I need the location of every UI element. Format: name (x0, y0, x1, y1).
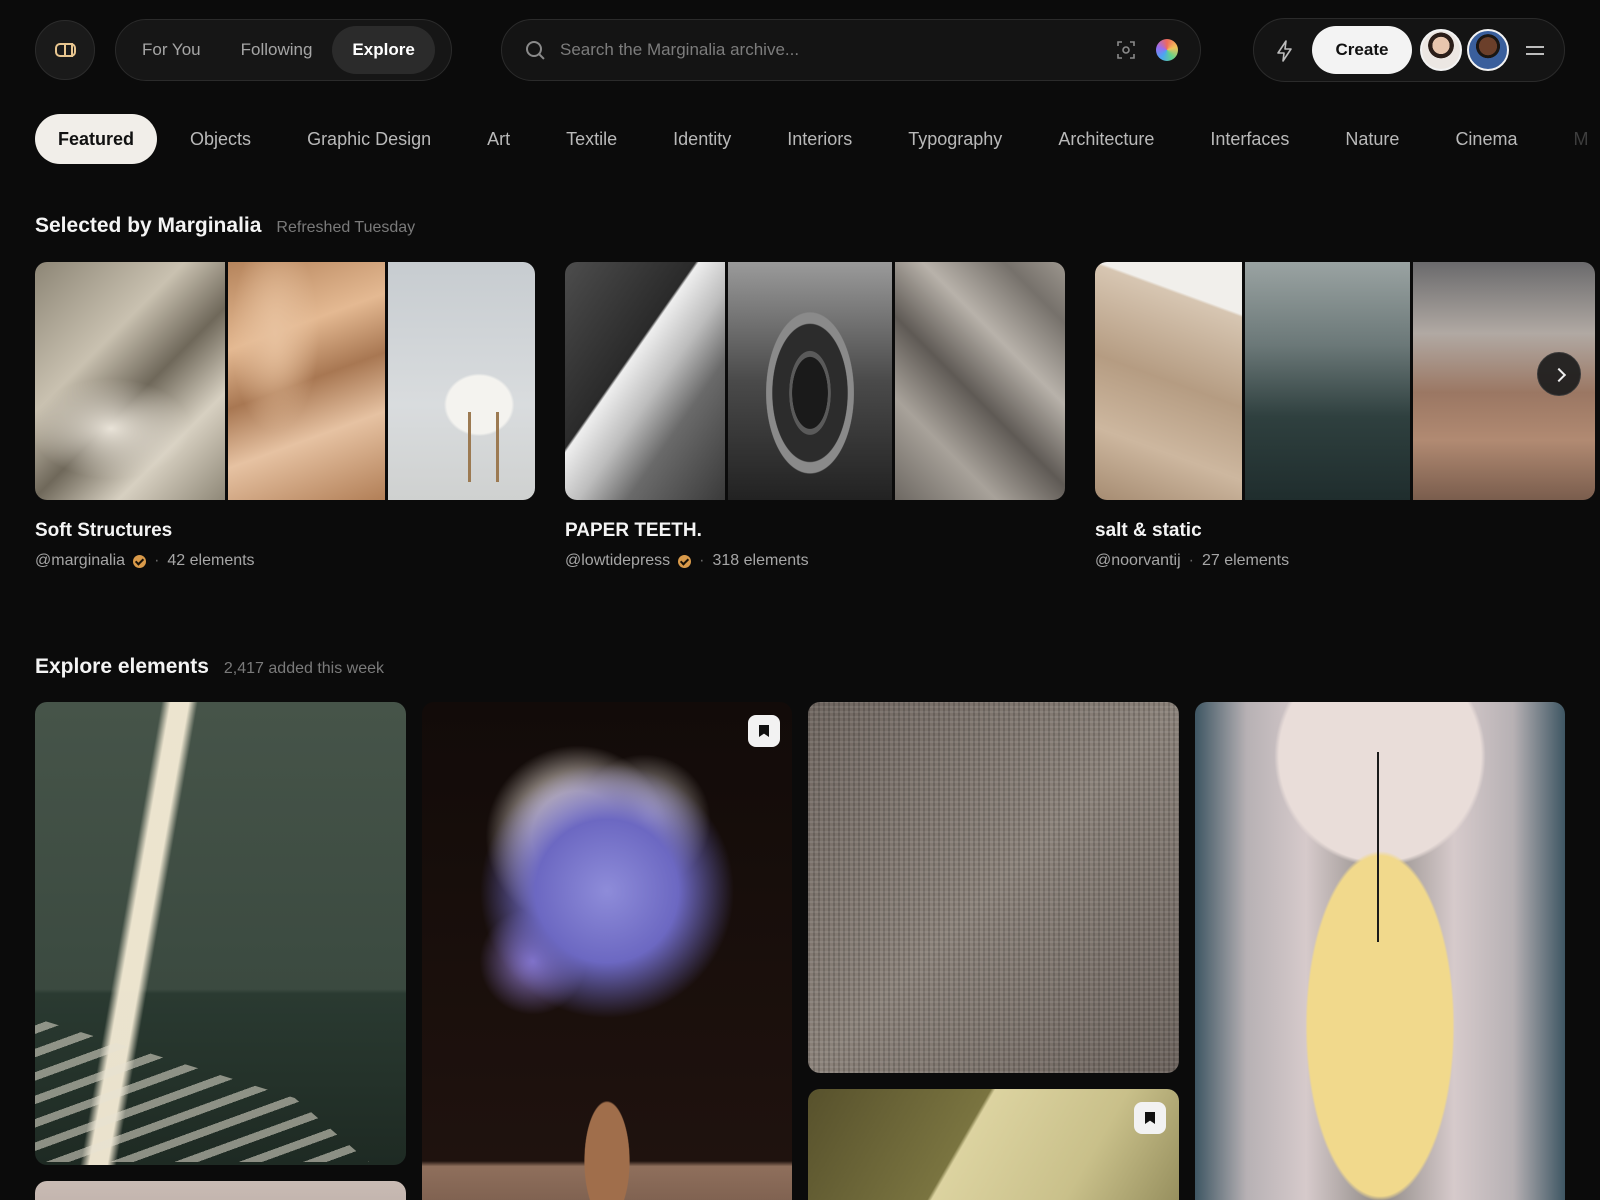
collage-image (565, 262, 725, 500)
top-bar: For You Following Explore Create (0, 0, 1600, 100)
collection-collage[interactable] (1095, 262, 1595, 500)
bookmark-icon (759, 725, 769, 737)
category-graphic-design[interactable]: Graphic Design (284, 114, 454, 164)
feed-switcher: For You Following Explore (115, 19, 452, 81)
bookmark-button[interactable] (748, 715, 780, 747)
section-title: Explore elements (35, 655, 209, 678)
tab-following[interactable]: Following (221, 26, 333, 74)
avatar[interactable] (1467, 29, 1509, 71)
collage-image (1245, 262, 1410, 500)
collection-card[interactable]: Soft Structures @marginalia · 42 element… (35, 262, 535, 570)
explore-header: Explore elements 2,417 added this week (35, 655, 384, 679)
collection-owner[interactable]: @lowtidepress (565, 552, 670, 570)
collection-count: 42 elements (167, 552, 255, 569)
collection-meta: @noorvantij · 27 elements (1095, 552, 1595, 570)
verified-icon (133, 554, 147, 568)
tab-for-you[interactable]: For You (122, 26, 221, 74)
element-card[interactable] (35, 702, 406, 1165)
app: For You Following Explore Create Feature… (0, 0, 1600, 1200)
collection-title[interactable]: salt & static (1095, 520, 1595, 542)
bookmark-button[interactable] (1134, 1102, 1166, 1134)
section-subtitle: 2,417 added this week (223, 660, 385, 677)
collection-owner[interactable]: @marginalia (35, 552, 125, 570)
selected-header: Selected by Marginalia Refreshed Tuesday (35, 214, 415, 238)
collection-title[interactable]: Soft Structures (35, 520, 535, 542)
create-button[interactable]: Create (1312, 26, 1412, 74)
avatar[interactable] (1420, 29, 1462, 71)
collection-card[interactable]: salt & static @noorvantij · 27 elements (1095, 262, 1595, 570)
collection-count: 318 elements (712, 552, 809, 569)
section-subtitle: Refreshed Tuesday (276, 219, 416, 236)
collage-image (35, 262, 225, 500)
category-nature[interactable]: Nature (1322, 114, 1422, 164)
category-textile[interactable]: Textile (543, 114, 640, 164)
collection-card[interactable]: PAPER TEETH. @lowtidepress · 318 element… (565, 262, 1065, 570)
category-interfaces[interactable]: Interfaces (1187, 114, 1312, 164)
menu-icon[interactable] (1526, 44, 1544, 56)
bolt-icon[interactable] (1274, 39, 1296, 63)
tab-explore[interactable]: Explore (332, 26, 435, 74)
element-card[interactable] (808, 1089, 1179, 1200)
collection-meta: @lowtidepress · 318 elements (565, 552, 1065, 570)
collage-image (895, 262, 1065, 500)
collage-image (728, 262, 892, 500)
logo-button[interactable] (35, 20, 95, 80)
separator: · (699, 552, 705, 569)
section-title: Selected by Marginalia (35, 214, 262, 237)
collection-owner[interactable]: @noorvantij (1095, 552, 1181, 570)
category-objects[interactable]: Objects (167, 114, 274, 164)
category-typography[interactable]: Typography (885, 114, 1025, 164)
category-more[interactable]: M (1550, 114, 1600, 164)
logo-icon (54, 43, 76, 57)
category-bar: Featured Objects Graphic Design Art Text… (35, 114, 1600, 164)
element-card[interactable] (35, 1181, 406, 1200)
collection-meta: @marginalia · 42 elements (35, 552, 535, 570)
collage-image (228, 262, 385, 500)
search-input[interactable] (560, 40, 1106, 60)
element-card[interactable] (808, 702, 1179, 1073)
category-identity[interactable]: Identity (650, 114, 754, 164)
search-bar (501, 19, 1201, 81)
collection-collage[interactable] (35, 262, 535, 500)
carousel-next-button[interactable] (1537, 352, 1581, 396)
category-featured[interactable]: Featured (35, 114, 158, 164)
visual-search-icon[interactable] (1116, 40, 1136, 60)
collage-image (388, 262, 535, 500)
collection-collage[interactable] (565, 262, 1065, 500)
verified-icon (678, 554, 692, 568)
element-card[interactable] (1195, 702, 1565, 1200)
collection-count: 27 elements (1201, 552, 1290, 569)
collection-title[interactable]: PAPER TEETH. (565, 520, 1065, 542)
category-cinema[interactable]: Cinema (1432, 114, 1540, 164)
bookmark-icon (1145, 1112, 1155, 1124)
category-art[interactable]: Art (464, 114, 533, 164)
element-card[interactable] (422, 702, 792, 1200)
actions-bar: Create (1253, 18, 1565, 82)
search-icon (524, 39, 546, 61)
separator: · (154, 552, 160, 569)
color-search-icon[interactable] (1156, 39, 1178, 61)
separator: · (1188, 552, 1194, 569)
category-interiors[interactable]: Interiors (764, 114, 875, 164)
category-architecture[interactable]: Architecture (1035, 114, 1177, 164)
collage-image (1095, 262, 1242, 500)
